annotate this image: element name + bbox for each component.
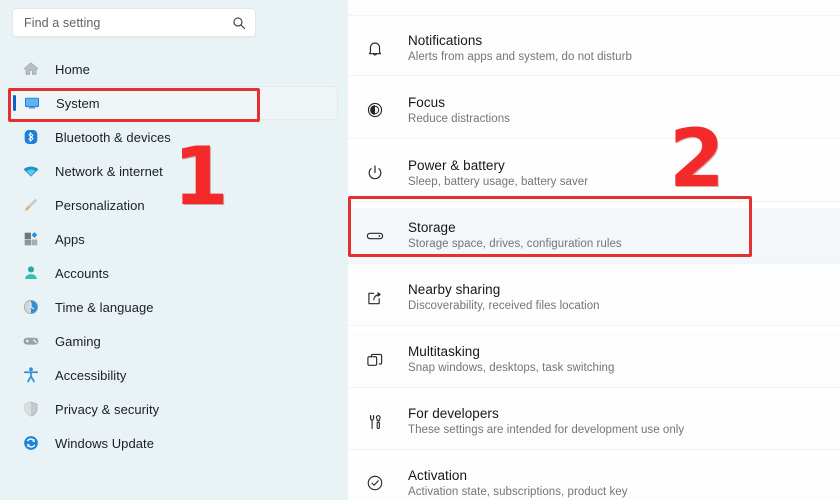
sidebar-item-label: Home — [55, 61, 90, 77]
sidebar-item-system[interactable]: System — [10, 86, 338, 120]
card-title: Focus — [408, 94, 446, 110]
shield-icon — [22, 400, 40, 418]
sidebar-item-label: System — [56, 95, 100, 111]
card-title: Notifications — [408, 33, 483, 48]
card-text: For developers These settings are intend… — [408, 405, 684, 438]
card-title: Multitasking — [408, 344, 480, 359]
card-subtitle: Discoverability, received files location — [408, 300, 600, 312]
sidebar-item-label: Accounts — [55, 265, 109, 281]
gamepad-icon — [22, 332, 40, 350]
sidebar-item-privacy-security[interactable]: Privacy & security — [10, 392, 338, 426]
power-icon — [364, 162, 386, 184]
card-subtitle: These settings are intended for developm… — [408, 424, 685, 436]
sidebar-item-gaming[interactable]: Gaming — [10, 324, 338, 358]
system-monitor-icon — [23, 94, 41, 112]
sidebar-item-windows-update[interactable]: Windows Update — [10, 426, 338, 460]
search-placeholder: Find a setting — [24, 15, 101, 30]
card-text: Multitasking Snap windows, desktops, tas… — [408, 343, 614, 376]
clock-globe-icon — [22, 298, 40, 316]
card-subtitle: Activation state, subscriptions, product… — [408, 485, 628, 498]
sidebar-item-label: Bluetooth & devices — [55, 129, 171, 145]
sidebar-item-label: Time & language — [55, 299, 154, 315]
settings-card-partial-top[interactable] — [348, 0, 840, 16]
share-icon — [364, 287, 386, 309]
card-text: Focus Reduce distractions — [408, 94, 510, 127]
apps-grid-icon — [22, 230, 40, 248]
sidebar-item-time-language[interactable]: Time & language — [10, 290, 338, 324]
drive-icon — [364, 225, 386, 247]
settings-card-activation[interactable]: Activation Activation state, subscriptio… — [348, 455, 840, 500]
accessibility-icon — [22, 366, 40, 384]
sidebar-item-label: Privacy & security — [55, 401, 160, 417]
sidebar-item-accounts[interactable]: Accounts — [10, 256, 338, 290]
card-title: Nearby sharing — [408, 282, 501, 297]
card-title: Activation — [408, 467, 468, 483]
settings-card-focus[interactable]: Focus Reduce distractions — [348, 81, 840, 139]
settings-card-storage[interactable]: Storage Storage space, drives, configura… — [348, 207, 840, 264]
sidebar-item-personalization[interactable]: Personalization — [10, 188, 338, 222]
selection-indicator — [13, 95, 16, 111]
sidebar: Find a setting Home System Bluetooth & d… — [0, 0, 348, 500]
paintbrush-icon — [22, 196, 40, 214]
sidebar-item-label: Gaming — [55, 333, 101, 349]
check-circle-icon — [364, 472, 386, 494]
settings-window: Find a setting Home System Bluetooth & d… — [0, 0, 840, 500]
sidebar-item-apps[interactable]: Apps — [10, 222, 338, 256]
card-text: Power & battery Sleep, battery usage, ba… — [408, 157, 588, 190]
settings-card-multitasking[interactable]: Multitasking Snap windows, desktops, tas… — [348, 331, 840, 388]
bluetooth-icon — [22, 128, 40, 146]
sidebar-item-network-internet[interactable]: Network & internet — [10, 154, 338, 188]
search-input[interactable]: Find a setting — [12, 8, 256, 37]
card-subtitle: Reduce distractions — [408, 112, 510, 125]
update-refresh-icon — [22, 434, 40, 452]
tools-icon — [364, 411, 386, 433]
settings-card-notifications[interactable]: Notifications Alerts from apps and syste… — [348, 21, 840, 76]
sidebar-nav: Home System Bluetooth & devices Network … — [0, 52, 348, 460]
settings-card-power-battery[interactable]: Power & battery Sleep, battery usage, ba… — [348, 144, 840, 202]
card-title: Storage — [408, 220, 456, 235]
card-text: Storage Storage space, drives, configura… — [408, 219, 622, 252]
sidebar-item-home[interactable]: Home — [10, 52, 338, 86]
settings-content-list: Notifications Alerts from apps and syste… — [348, 0, 840, 500]
search-field-wrapper[interactable]: Find a setting — [12, 8, 256, 37]
sidebar-item-label: Personalization — [55, 197, 145, 213]
card-title: For developers — [408, 406, 499, 421]
wifi-icon — [22, 162, 40, 180]
card-subtitle: Storage space, drives, configuration rul… — [408, 238, 622, 250]
person-icon — [22, 264, 40, 282]
sidebar-item-label: Apps — [55, 231, 85, 247]
card-subtitle: Alerts from apps and system, do not dist… — [408, 51, 632, 63]
card-text: Activation Activation state, subscriptio… — [408, 467, 628, 500]
focus-moon-icon — [364, 99, 386, 121]
windows-stack-icon — [364, 349, 386, 371]
sidebar-item-label: Windows Update — [55, 435, 154, 451]
card-text: Nearby sharing Discoverability, received… — [408, 281, 600, 314]
search-icon[interactable] — [232, 16, 246, 30]
sidebar-item-label: Accessibility — [55, 367, 127, 383]
sidebar-item-bluetooth-devices[interactable]: Bluetooth & devices — [10, 120, 338, 154]
sidebar-item-label: Network & internet — [55, 163, 163, 179]
bell-icon — [364, 38, 386, 60]
card-subtitle: Snap windows, desktops, task switching — [408, 362, 615, 374]
settings-card-for-developers[interactable]: For developers These settings are intend… — [348, 393, 840, 450]
card-title: Power & battery — [408, 157, 505, 173]
card-subtitle: Sleep, battery usage, battery saver — [408, 175, 589, 188]
sidebar-item-accessibility[interactable]: Accessibility — [10, 358, 338, 392]
settings-card-nearby-sharing[interactable]: Nearby sharing Discoverability, received… — [348, 269, 840, 326]
card-text: Notifications Alerts from apps and syste… — [408, 32, 632, 65]
home-icon — [22, 60, 40, 78]
